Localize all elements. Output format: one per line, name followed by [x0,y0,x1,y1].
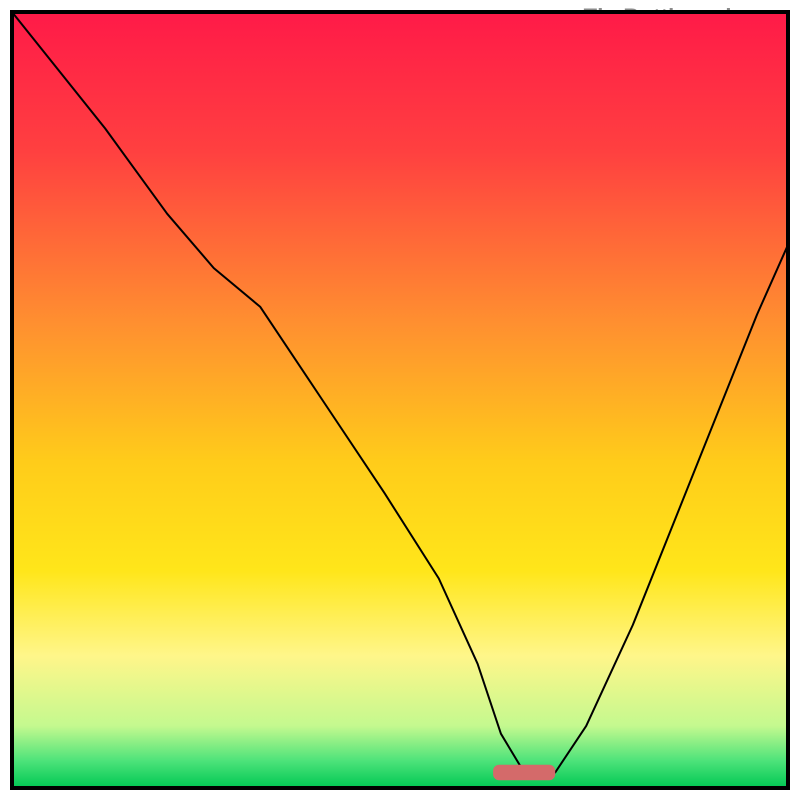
chart-container: TheBottleneck.com [0,0,800,800]
optimal-marker [493,765,555,781]
gradient-background [12,12,788,788]
bottleneck-chart [0,0,800,800]
plot-area [12,12,788,788]
